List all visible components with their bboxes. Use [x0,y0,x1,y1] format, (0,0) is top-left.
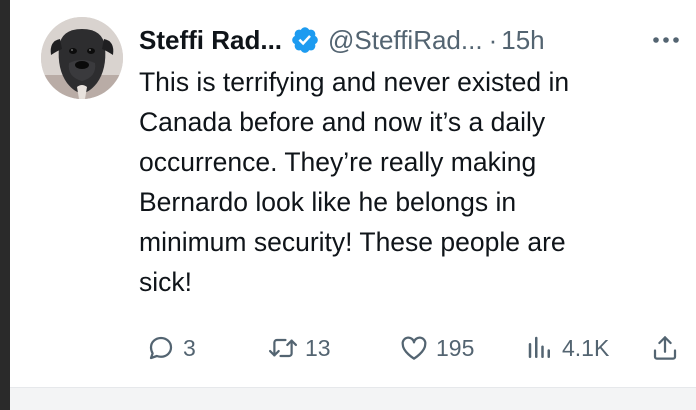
views-count: 4.1K [562,334,610,361]
reply-icon [145,332,177,364]
retweet-button[interactable]: 13 [267,328,331,368]
like-button[interactable]: 195 [398,328,474,368]
window-left-edge [0,0,10,410]
retweet-icon [267,332,299,364]
reply-count: 3 [183,334,196,361]
like-count: 195 [436,334,475,361]
more-horizontal-icon[interactable] [648,27,684,53]
dog-avatar-image [41,17,123,99]
avatar[interactable] [41,17,123,99]
views-button[interactable]: 4.1K [524,328,609,368]
tweet-card[interactable]: Steffi Rad... @SteffiRad... · 15h This i… [10,0,696,388]
share-button[interactable] [649,328,681,368]
tweet-timestamp[interactable]: 15h [501,25,544,56]
verified-badge-icon [290,25,320,55]
tweet-actions: 3 13 195 4.1K [139,328,684,368]
header-separator: · [488,24,498,55]
tweet-header: Steffi Rad... @SteffiRad... · 15h [139,22,545,58]
reply-button[interactable]: 3 [145,328,196,368]
views-icon [524,332,556,364]
like-icon [398,332,430,364]
tweet-text: This is terrifying and never existed in … [139,67,570,297]
retweet-count: 13 [305,334,331,361]
share-icon [649,332,681,364]
user-handle[interactable]: @SteffiRad... [328,25,483,56]
next-item-divider [10,387,696,410]
display-name[interactable]: Steffi Rad... [139,25,282,56]
